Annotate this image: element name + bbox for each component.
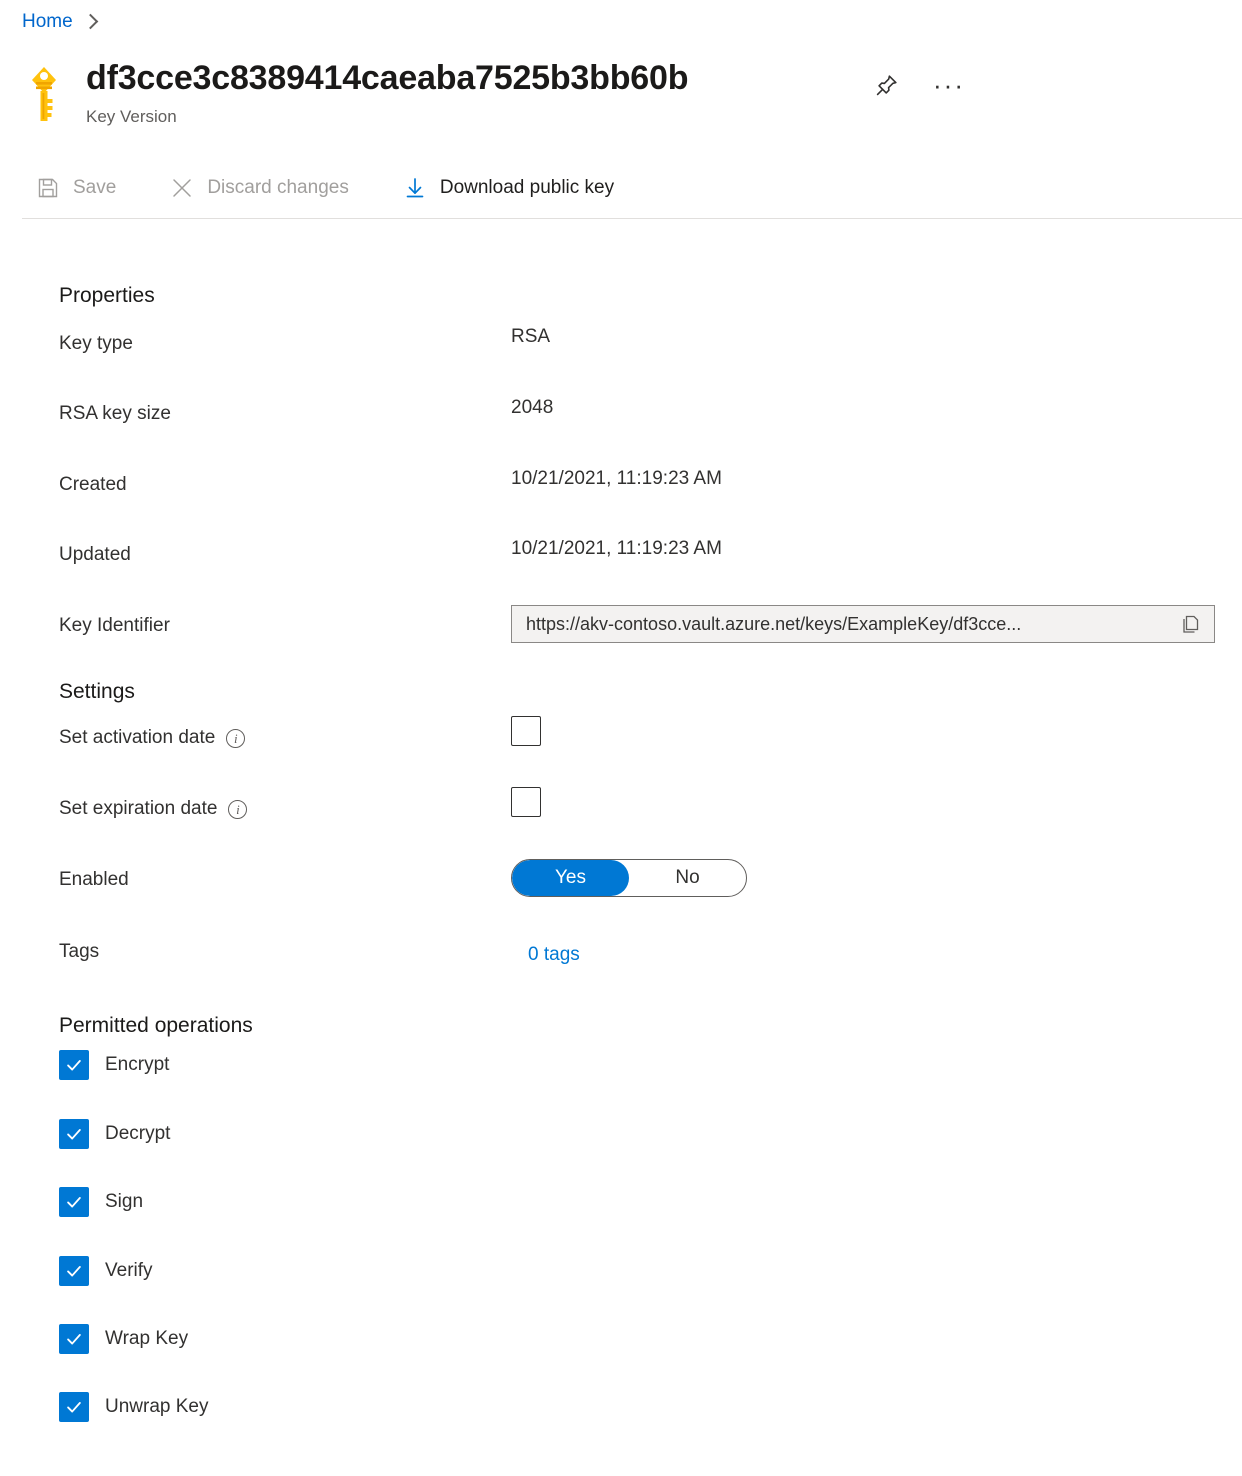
download-public-key-button[interactable]: Download public key [389,172,628,204]
permitted-operation-label: Verify [105,1260,153,1282]
key-type-value: RSA [511,326,550,348]
close-x-icon [170,176,194,200]
discard-changes-label: Discard changes [207,177,349,199]
checked-checkbox-icon [59,1187,89,1217]
key-identifier-field[interactable]: https://akv-contoso.vault.azure.net/keys… [511,605,1215,643]
enabled-toggle-yes[interactable]: Yes [512,860,629,896]
permitted-operations-heading: Permitted operations [59,1014,253,1038]
updated-label: Updated [59,544,131,566]
permitted-operation-verify[interactable]: Verify [59,1256,153,1286]
save-icon [36,176,60,200]
chevron-right-icon [82,13,98,29]
permitted-operation-sign[interactable]: Sign [59,1187,143,1217]
key-icon [22,63,66,127]
permitted-operation-wrap-key[interactable]: Wrap Key [59,1324,188,1354]
permitted-operation-encrypt[interactable]: Encrypt [59,1050,169,1080]
updated-value: 10/21/2021, 11:19:23 AM [511,538,722,560]
rsa-key-size-label: RSA key size [59,403,171,425]
set-activation-date-checkbox[interactable] [511,716,541,746]
save-label: Save [73,177,116,199]
info-circle-icon[interactable]: i [228,800,247,819]
save-button[interactable]: Save [22,172,130,204]
breadcrumb: Home [22,12,96,31]
enabled-toggle-no[interactable]: No [629,860,746,896]
rsa-key-size-value: 2048 [511,397,553,419]
toolbar-divider [22,218,1242,219]
copy-icon[interactable] [1176,609,1206,639]
enabled-label: Enabled [59,869,129,891]
command-bar: Save Discard changes Download public ke [22,172,628,204]
permitted-operation-label: Unwrap Key [105,1396,209,1418]
set-expiration-date-label: Set expiration date i [59,798,247,820]
set-expiration-date-text: Set expiration date [59,798,217,820]
more-options-icon[interactable]: ··· [932,68,966,102]
page-header: df3cce3c8389414caeaba7525b3bb60b Key Ver… [22,58,688,127]
created-label: Created [59,474,127,496]
permitted-operation-label: Encrypt [105,1054,169,1076]
checked-checkbox-icon [59,1256,89,1286]
info-circle-icon[interactable]: i [226,729,245,748]
pin-icon[interactable] [870,68,904,102]
checked-checkbox-icon [59,1324,89,1354]
checked-checkbox-icon [59,1392,89,1422]
set-activation-date-text: Set activation date [59,727,215,749]
checked-checkbox-icon [59,1119,89,1149]
permitted-operation-decrypt[interactable]: Decrypt [59,1119,170,1149]
settings-heading: Settings [59,680,135,704]
page-subtitle: Key Version [86,107,688,127]
key-type-label: Key type [59,333,133,355]
permitted-operation-label: Decrypt [105,1123,170,1145]
title-actions: ··· [870,68,966,102]
set-activation-date-label: Set activation date i [59,727,245,749]
key-identifier-label: Key Identifier [59,615,170,637]
set-expiration-date-checkbox[interactable] [511,787,541,817]
download-public-key-label: Download public key [440,177,614,199]
page-title: df3cce3c8389414caeaba7525b3bb60b [86,58,688,98]
tags-link[interactable]: 0 tags [528,944,580,966]
checked-checkbox-icon [59,1050,89,1080]
breadcrumb-home-link[interactable]: Home [22,12,73,31]
permitted-operation-label: Wrap Key [105,1328,188,1350]
permitted-operation-label: Sign [105,1191,143,1213]
enabled-toggle[interactable]: Yes No [511,859,747,897]
discard-changes-button[interactable]: Discard changes [156,172,363,204]
created-value: 10/21/2021, 11:19:23 AM [511,468,722,490]
download-arrow-icon [403,176,427,200]
tags-label: Tags [59,941,99,963]
permitted-operation-unwrap-key[interactable]: Unwrap Key [59,1392,209,1422]
key-identifier-value: https://akv-contoso.vault.azure.net/keys… [526,614,1176,635]
properties-heading: Properties [59,284,155,308]
